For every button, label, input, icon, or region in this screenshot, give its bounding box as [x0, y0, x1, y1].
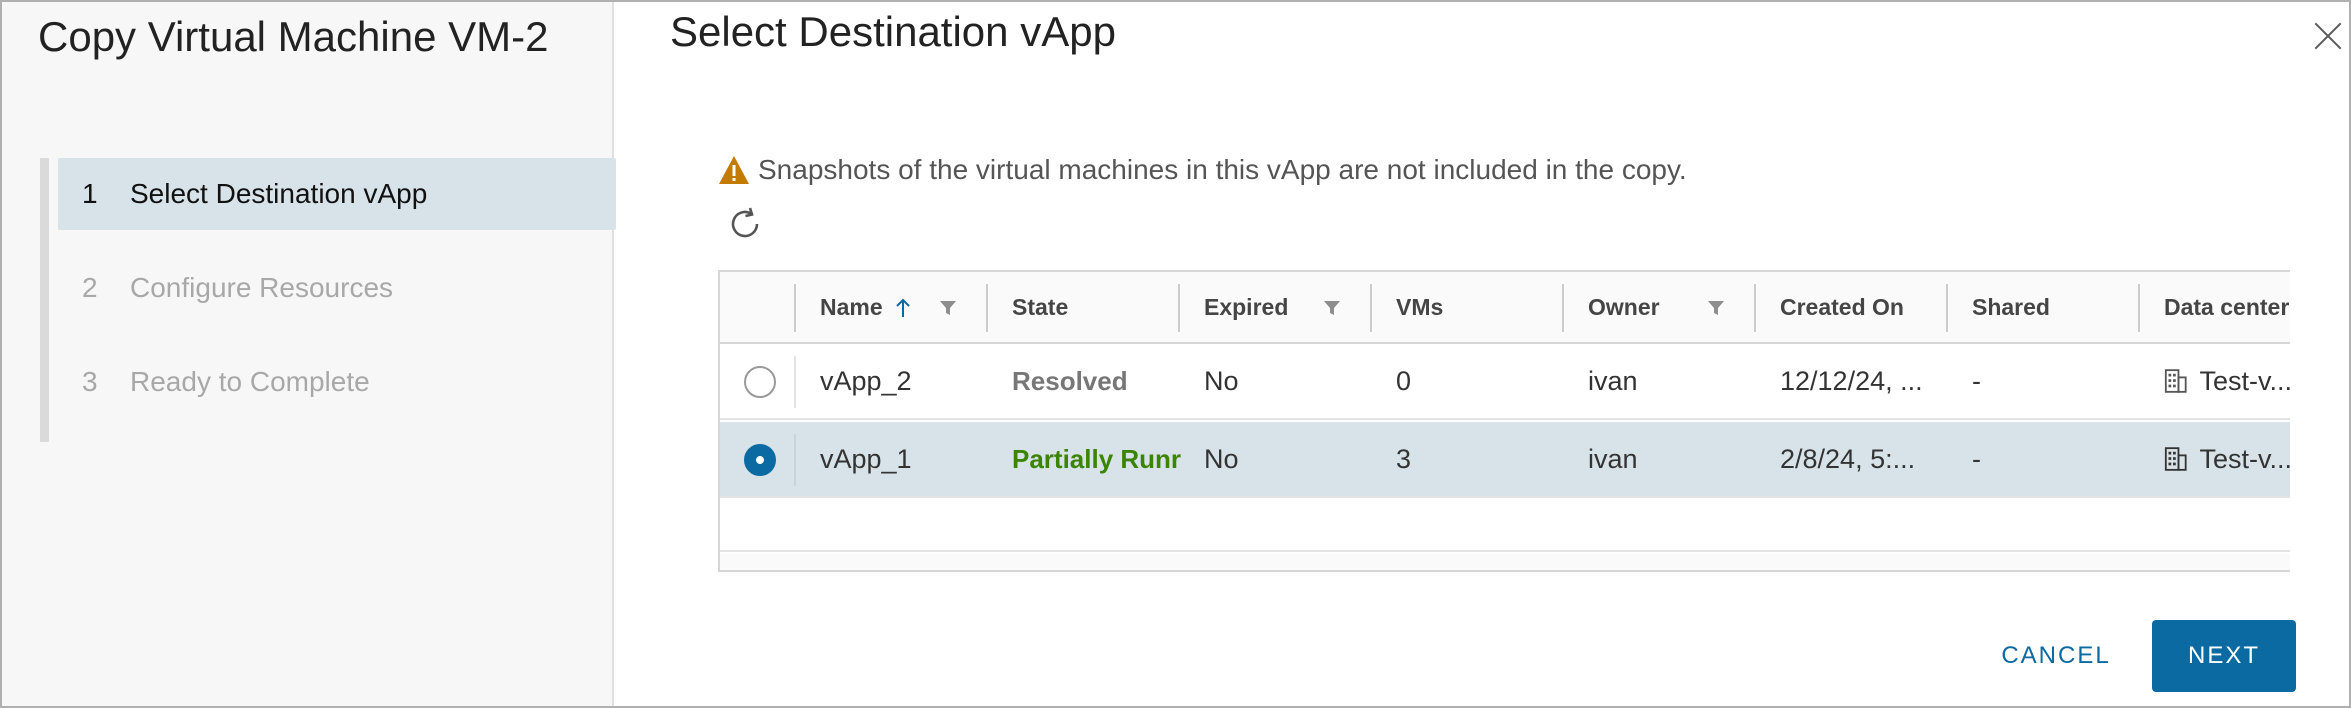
refresh-icon: [731, 207, 759, 238]
cell-name: vApp_2: [820, 365, 912, 396]
cell-expired: No: [1204, 443, 1239, 474]
column-header-label: State: [1012, 293, 1069, 320]
warning-message: Snapshots of the virtual machines in thi…: [718, 150, 1687, 190]
table-row[interactable]: vApp_1 Partially Runr No 3 ivan 2/8/24, …: [720, 422, 2290, 498]
column-separator[interactable]: [1946, 284, 1948, 332]
refresh-button[interactable]: [726, 204, 766, 244]
cell-state: Partially Runr: [1012, 443, 1182, 474]
column-header-label: VMs: [1396, 293, 1444, 320]
column-separator: [794, 434, 796, 486]
cell-created-on: 12/12/24, ...: [1780, 365, 1923, 396]
cell-shared: -: [1972, 365, 1981, 396]
column-header-created-on[interactable]: Created On: [1780, 272, 1904, 342]
datagrid-header: Name State Expired VMs Owner Created On …: [720, 272, 2290, 344]
cell-data-center: Test-v...: [2164, 344, 2290, 418]
data-center-label: Test-v...: [2199, 365, 2290, 396]
column-header-vms[interactable]: VMs: [1396, 272, 1443, 342]
column-separator[interactable]: [1178, 284, 1180, 332]
column-header-label: Expired: [1204, 293, 1289, 320]
step-number: 3: [82, 366, 98, 397]
column-header-label: Created On: [1780, 293, 1904, 320]
row-select-radio[interactable]: [744, 366, 776, 398]
cell-vms: 0: [1396, 365, 1412, 396]
column-header-shared[interactable]: Shared: [1972, 272, 2050, 342]
step-label: Configure Resources: [130, 272, 394, 303]
cell-vms: 3: [1396, 443, 1412, 474]
cell-state: Resolved: [1012, 365, 1128, 396]
column-separator[interactable]: [986, 284, 988, 332]
step-ready-to-complete[interactable]: 3 Ready to Complete: [58, 346, 616, 418]
vapp-datagrid: Name State Expired VMs Owner Created On …: [718, 270, 2290, 572]
column-header-state[interactable]: State: [1012, 272, 1068, 342]
next-button[interactable]: NEXT: [2152, 620, 2296, 692]
column-header-owner[interactable]: Owner: [1588, 272, 1660, 342]
warning-triangle-icon: [719, 156, 749, 184]
row-select-radio[interactable]: [744, 444, 776, 476]
step-label: Select Destination vApp: [130, 178, 428, 209]
cell-owner: ivan: [1588, 365, 1638, 396]
filter-icon[interactable]: [1324, 300, 1340, 316]
cancel-button[interactable]: CANCEL: [1972, 620, 2140, 692]
step-label: Ready to Complete: [130, 366, 370, 397]
column-separator[interactable]: [1370, 284, 1372, 332]
step-configure-resources[interactable]: 2 Configure Resources: [58, 252, 616, 324]
filter-icon[interactable]: [940, 300, 956, 316]
wizard-title: Copy Virtual Machine VM-2: [38, 13, 549, 60]
filter-icon[interactable]: [1708, 300, 1724, 316]
column-header-label: Owner: [1588, 293, 1660, 320]
datagrid-footer: [720, 554, 2290, 570]
wizard-steps: 1 Select Destination vApp 2 Configure Re…: [40, 158, 616, 442]
cell-created-on: 2/8/24, 5:...: [1780, 443, 1916, 474]
column-header-label: Name: [820, 293, 883, 320]
column-header-label: Data center: [2164, 293, 2290, 320]
cell-expired: No: [1204, 365, 1239, 396]
column-separator[interactable]: [1754, 284, 1756, 332]
close-icon[interactable]: [2310, 18, 2346, 54]
page-title: Select Destination vApp: [670, 8, 1116, 55]
cell-name: vApp_1: [820, 443, 912, 474]
column-separator[interactable]: [2138, 284, 2140, 332]
column-header-expired[interactable]: Expired: [1204, 272, 1288, 342]
column-header-data-center[interactable]: Data center: [2164, 272, 2290, 342]
sort-ascending-icon[interactable]: [894, 296, 912, 320]
column-separator[interactable]: [1562, 284, 1564, 332]
empty-row: [720, 498, 2290, 552]
building-icon: [2164, 447, 2187, 471]
step-select-destination-vapp[interactable]: 1 Select Destination vApp: [58, 158, 616, 230]
table-row[interactable]: vApp_2 Resolved No 0 ivan 12/12/24, ... …: [720, 344, 2290, 420]
building-icon: [2164, 369, 2187, 393]
step-number: 2: [82, 272, 98, 303]
warning-text: Snapshots of the virtual machines in thi…: [758, 154, 1687, 185]
step-number: 1: [82, 178, 98, 209]
cell-shared: -: [1972, 443, 1981, 474]
column-separator[interactable]: [794, 284, 796, 332]
column-header-name[interactable]: Name: [820, 272, 883, 342]
column-separator: [794, 356, 796, 408]
cell-owner: ivan: [1588, 443, 1638, 474]
cell-data-center: Test-v...: [2164, 422, 2290, 496]
data-center-label: Test-v...: [2199, 443, 2290, 474]
column-header-label: Shared: [1972, 293, 2050, 320]
wizard-sidebar: Copy Virtual Machine VM-2 1 Select Desti…: [2, 2, 616, 706]
